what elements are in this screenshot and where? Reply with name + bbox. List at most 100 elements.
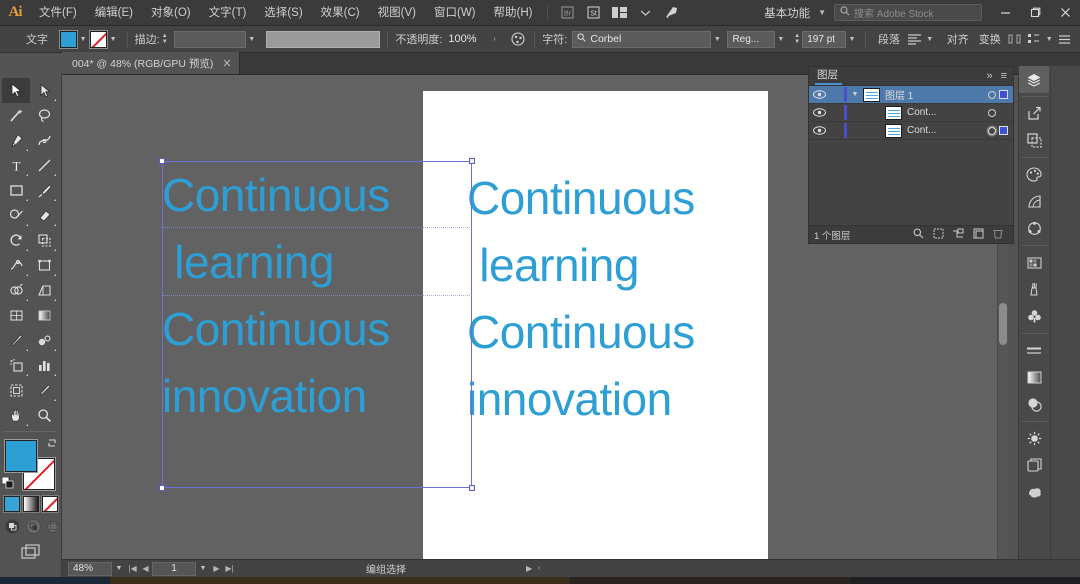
gradient-tool[interactable] xyxy=(30,303,58,328)
stock-search-input[interactable]: 搜索 Adobe Stock xyxy=(834,4,982,21)
recolor-artwork-icon[interactable] xyxy=(509,30,528,49)
font-family-chevron-down-icon[interactable]: ▼ xyxy=(711,31,723,48)
collapse-panel-icon[interactable]: » xyxy=(986,70,992,82)
artboard-number-field[interactable]: 1 xyxy=(152,561,196,576)
font-size-chevron-down-icon[interactable]: ▼ xyxy=(846,31,858,48)
font-size-stepper[interactable]: ▲ ▼ xyxy=(792,31,802,48)
swatches-panel-icon[interactable] xyxy=(1019,249,1049,276)
layer-row-2[interactable]: Cont... xyxy=(809,104,1013,122)
paintbrush-tool[interactable] xyxy=(30,178,58,203)
bridge-icon[interactable]: Br xyxy=(556,4,578,22)
draw-behind-button[interactable] xyxy=(26,519,41,534)
blend-tool[interactable] xyxy=(30,328,58,353)
opacity-chevron-icon[interactable]: › xyxy=(489,31,501,48)
color-mode-solid-button[interactable] xyxy=(3,495,21,513)
stroke-swatch[interactable] xyxy=(88,29,108,49)
menu-type[interactable]: 文字(T) xyxy=(200,0,256,26)
layer-name[interactable]: 图层 1 xyxy=(885,87,984,102)
color-mode-gradient-button[interactable] xyxy=(22,495,40,513)
opacity-value[interactable]: 100% xyxy=(448,33,476,45)
font-family-field[interactable]: Corbel xyxy=(572,30,712,48)
magic-wand-tool[interactable] xyxy=(2,103,30,128)
visibility-toggle-icon[interactable] xyxy=(809,90,830,99)
default-fill-stroke-icon[interactable] xyxy=(1,476,15,490)
font-style-chevron-down-icon[interactable]: ▼ xyxy=(775,31,787,48)
eyedropper-tool[interactable] xyxy=(2,328,30,353)
selection-indicator[interactable] xyxy=(999,90,1008,99)
stroke-weight-chevron-down-icon[interactable]: ▼ xyxy=(246,31,258,48)
selection-handle-bl[interactable] xyxy=(159,485,165,491)
menu-window[interactable]: 窗口(W) xyxy=(425,0,485,26)
draw-normal-button[interactable] xyxy=(5,519,20,534)
sublayer-name[interactable]: Cont... xyxy=(907,107,984,118)
artboard-text-object[interactable]: Continuous learning Continuous innovatio… xyxy=(467,165,767,434)
select-similar-chevron-icon[interactable]: ▼ xyxy=(1043,31,1055,48)
color-themes-icon[interactable] xyxy=(1019,215,1049,242)
stock-icon[interactable]: St xyxy=(582,4,604,22)
delete-layer-icon[interactable] xyxy=(988,228,1008,242)
rotate-tool[interactable] xyxy=(2,228,30,253)
paragraph-align-icon[interactable] xyxy=(905,30,924,49)
selection-indicator-empty[interactable] xyxy=(999,108,1008,117)
hand-tool[interactable] xyxy=(2,403,30,428)
color-panel-icon[interactable] xyxy=(1019,161,1049,188)
layers-panel-tab[interactable]: 图层 xyxy=(815,67,842,85)
color-guide-icon[interactable] xyxy=(1019,188,1049,215)
target-indicator-icon[interactable] xyxy=(984,108,999,117)
minimize-button[interactable] xyxy=(990,0,1020,26)
next-artboard-button[interactable]: ▶ xyxy=(210,564,223,573)
shaper-tool[interactable] xyxy=(2,203,30,228)
selection-handle-br[interactable] xyxy=(469,485,475,491)
symbol-sprayer-tool[interactable] xyxy=(2,353,30,378)
stroke-panel-icon[interactable] xyxy=(1019,337,1049,364)
make-clipping-mask-icon[interactable] xyxy=(928,228,948,242)
arrange-chevron-down-icon[interactable] xyxy=(634,4,656,22)
layers-panel-icon[interactable] xyxy=(1019,66,1049,93)
fill-chevron-down-icon[interactable]: ▼ xyxy=(77,31,90,48)
rocket-icon[interactable] xyxy=(660,4,682,22)
document-tab[interactable]: 004* @ 48% (RGB/GPU 预览) ✕ xyxy=(62,52,240,74)
slice-tool[interactable] xyxy=(30,378,58,403)
symbols-panel-icon[interactable] xyxy=(1019,303,1049,330)
align-label[interactable]: 对齐 xyxy=(942,31,974,47)
scale-tool[interactable] xyxy=(30,228,58,253)
arrange-documents-icon[interactable] xyxy=(608,4,630,22)
transform-label[interactable]: 变换 xyxy=(974,31,1006,47)
workspace-switcher[interactable]: 基本功能 xyxy=(760,5,814,21)
target-indicator-icon[interactable] xyxy=(984,126,999,135)
font-size-field[interactable]: 197 pt xyxy=(802,30,846,48)
selection-tool[interactable] xyxy=(2,78,30,103)
rectangle-tool[interactable] xyxy=(2,178,30,203)
create-new-layer-icon[interactable] xyxy=(968,228,988,242)
fill-swatch[interactable] xyxy=(58,29,78,49)
sublayer-name[interactable]: Cont... xyxy=(907,125,984,136)
first-artboard-button[interactable]: |◀ xyxy=(126,564,139,573)
export-panel-icon[interactable] xyxy=(1019,100,1049,127)
artboard-chevron-down-icon[interactable]: ▼ xyxy=(196,565,210,572)
fill-swatch-group[interactable]: ▼ xyxy=(58,29,90,49)
menu-effect[interactable]: 效果(C) xyxy=(312,0,369,26)
panel-options-menu-icon[interactable] xyxy=(1055,30,1074,49)
layer-row-3[interactable]: Cont... xyxy=(809,122,1013,140)
font-style-field[interactable]: Reg... xyxy=(727,30,775,48)
asset-export-icon[interactable] xyxy=(1019,127,1049,154)
maximize-button[interactable] xyxy=(1020,0,1050,26)
create-sublayer-icon[interactable] xyxy=(948,228,968,242)
close-button[interactable] xyxy=(1050,0,1080,26)
panel-menu-icon[interactable]: ≡ xyxy=(1001,70,1007,82)
workspace-chevron-down-icon[interactable]: ▼ xyxy=(818,8,826,17)
status-text[interactable]: 编组选择 xyxy=(366,561,406,576)
type-tool[interactable]: T xyxy=(2,153,30,178)
artboard-tool[interactable] xyxy=(2,378,30,403)
selection-indicator[interactable] xyxy=(999,126,1008,135)
line-segment-tool[interactable] xyxy=(30,153,58,178)
stroke-weight-field[interactable] xyxy=(173,30,246,48)
color-mode-none-button[interactable] xyxy=(41,495,59,513)
column-graph-tool[interactable] xyxy=(30,353,58,378)
previous-artboard-button[interactable]: ◀ xyxy=(139,564,152,573)
draw-inside-button[interactable] xyxy=(47,520,59,533)
shape-builder-tool[interactable] xyxy=(2,278,30,303)
menu-select[interactable]: 选择(S) xyxy=(255,0,311,26)
visibility-toggle-icon[interactable] xyxy=(809,108,830,117)
menu-file[interactable]: 文件(F) xyxy=(30,0,86,26)
